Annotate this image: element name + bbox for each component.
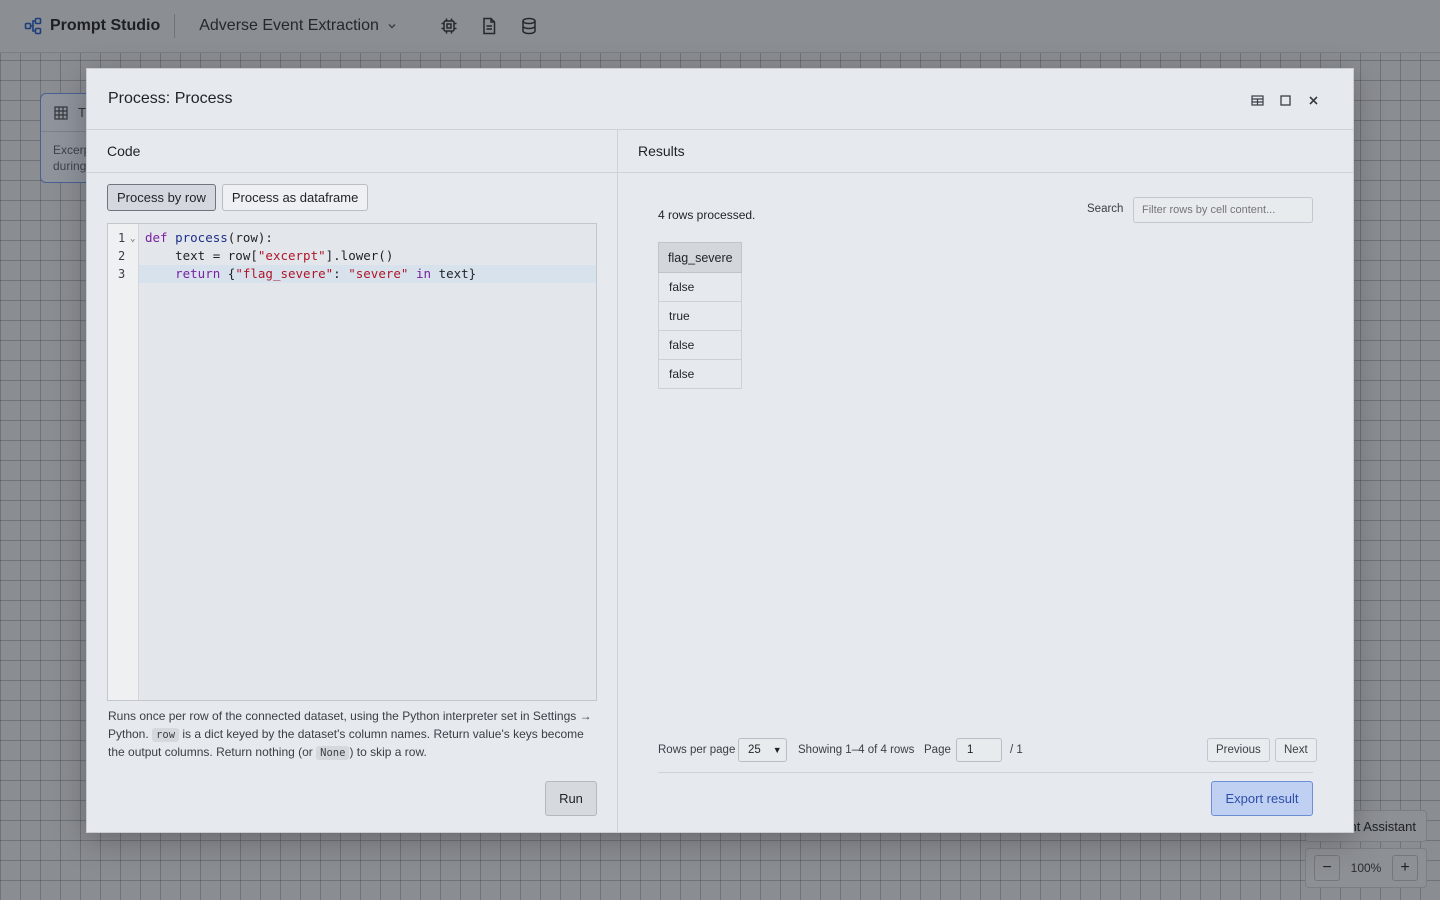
maximize-icon	[1279, 94, 1291, 106]
top-app-bar: Prompt Studio Adverse Event Extraction	[0, 0, 1440, 53]
search-input[interactable]	[1133, 197, 1313, 223]
rows-per-page-select[interactable]: 25 ▼	[738, 738, 787, 762]
project-name: Adverse Event Extraction	[199, 17, 379, 34]
code-pane-heading: Code	[87, 130, 617, 173]
close-icon	[1308, 95, 1318, 105]
maximize-button[interactable]	[1271, 91, 1299, 109]
table-cell: false	[658, 330, 742, 360]
column-header[interactable]: flag_severe	[658, 242, 742, 273]
brand[interactable]: Prompt Studio	[24, 17, 160, 35]
showing-range: Showing 1–4 of 4 rows	[798, 744, 915, 756]
chip-icon	[441, 18, 457, 34]
zoom-level: 100%	[1350, 861, 1382, 875]
results-pane: Results 4 rows processed. Search flag_se…	[618, 130, 1353, 832]
table-cell: false	[658, 272, 742, 302]
node-title: T	[78, 105, 86, 120]
previous-button[interactable]: Previous	[1207, 738, 1270, 762]
run-button[interactable]: Run	[545, 781, 597, 816]
next-button[interactable]: Next	[1275, 738, 1317, 762]
page-label: Page	[924, 744, 951, 756]
code-line: def process(row):	[145, 230, 273, 245]
line-number: 3	[118, 267, 126, 281]
code-line-active: return {"flag_severe": "severe" in text}	[139, 265, 596, 283]
page-total: / 1	[1010, 744, 1023, 756]
tab-process-as-dataframe[interactable]: Process as dataframe	[221, 184, 369, 211]
modal-header: Process: Process	[87, 69, 1353, 130]
pagination: Rows per page 25 ▼ Showing 1–4 of 4 rows…	[658, 738, 1317, 762]
fold-chevron-icon[interactable]: ⌄	[130, 230, 135, 248]
layout-toggle-button[interactable]	[1243, 91, 1271, 109]
table-row: true	[658, 301, 742, 331]
database-icon	[522, 17, 536, 35]
search-label: Search	[1087, 203, 1124, 215]
table-row: false	[658, 272, 742, 302]
divider	[174, 14, 176, 38]
line-number: 1 ⌄	[108, 229, 138, 247]
settings-chip-button[interactable]	[429, 10, 469, 42]
inline-code-none: None	[316, 746, 350, 760]
inline-code-row: row	[152, 727, 180, 742]
project-selector[interactable]: Adverse Event Extraction	[199, 17, 397, 35]
zoom-out-button[interactable]: −	[1314, 855, 1340, 881]
results-pane-heading: Results	[618, 130, 1353, 173]
results-table: flag_severe false true false false	[658, 242, 742, 389]
code-pane: Code Process by row Process as dataframe…	[87, 130, 618, 832]
line-number: 2	[118, 249, 126, 263]
chevron-down-icon	[388, 24, 396, 29]
process-modal: Process: Process Code Process by row Pro…	[86, 68, 1354, 833]
divider	[658, 772, 1313, 773]
rows-per-page-label: Rows per page	[658, 744, 736, 756]
code-editor[interactable]: 1 ⌄ 2 3 def process(row): text = row["exc…	[107, 223, 597, 701]
zoom-in-button[interactable]: +	[1391, 855, 1418, 881]
code-line: text = row["excerpt"].lower()	[145, 248, 394, 263]
table-cell: true	[658, 301, 742, 331]
table-icon	[54, 105, 68, 120]
mode-tabs: Process by row Process as dataframe	[107, 184, 374, 211]
chevron-down-icon: ▼	[772, 745, 782, 755]
table-row: false	[658, 330, 742, 360]
tab-process-by-row[interactable]: Process by row	[107, 184, 216, 211]
export-result-button[interactable]: Export result	[1211, 781, 1313, 816]
documents-button[interactable]	[469, 10, 509, 42]
close-button[interactable]	[1299, 91, 1327, 109]
zoom-control: − 100% +	[1305, 848, 1427, 888]
modal-title: Process: Process	[108, 90, 233, 107]
page-input[interactable]: 1	[956, 738, 1002, 762]
rows-processed-status: 4 rows processed.	[658, 208, 756, 222]
table-row: false	[658, 359, 742, 389]
table-cell: false	[658, 359, 742, 389]
table-layout-icon	[1250, 94, 1264, 106]
brand-name: Prompt Studio	[50, 17, 161, 34]
document-icon	[483, 17, 496, 35]
help-text: Runs once per row of the connected datas…	[108, 709, 592, 760]
database-button[interactable]	[509, 10, 549, 42]
code-content[interactable]: def process(row): text = row["excerpt"].…	[139, 224, 596, 700]
line-number-gutter: 1 ⌄ 2 3	[108, 224, 139, 700]
network-logo-icon	[24, 17, 42, 35]
